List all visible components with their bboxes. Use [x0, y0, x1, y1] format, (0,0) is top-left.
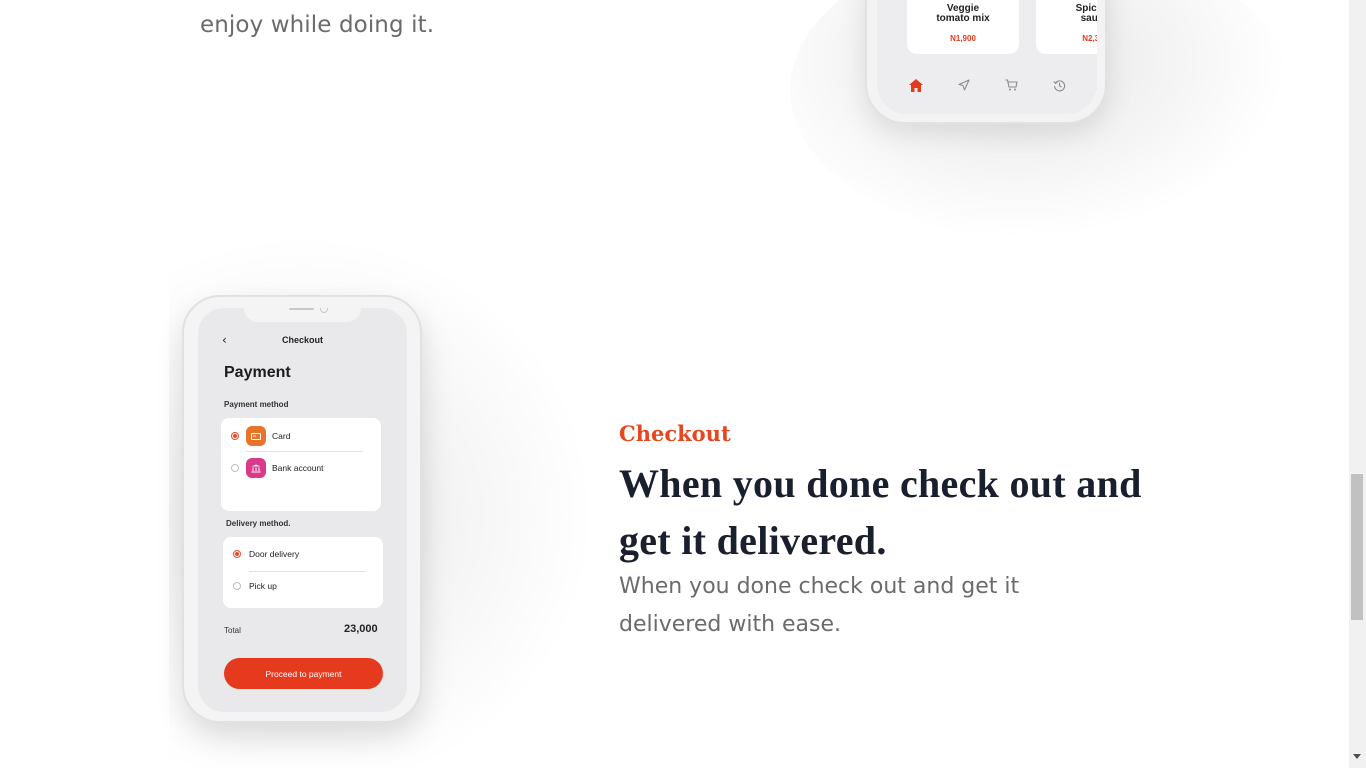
payment-option-label: Card: [272, 431, 291, 441]
divider: [246, 451, 363, 452]
delivery-method-label: Delivery method.: [226, 519, 291, 528]
payment-option-card: Card: [221, 426, 381, 446]
screen-title: Payment: [224, 364, 291, 381]
total-value: 23,000: [344, 623, 378, 635]
radio-selected-icon: [233, 550, 241, 558]
tab-bar: [877, 76, 1097, 96]
delivery-option-label: Pick up: [249, 581, 277, 591]
home-icon: [907, 76, 925, 94]
bank-icon: [246, 458, 266, 478]
top-paragraph-tail: enjoy while doing it.: [200, 12, 435, 38]
history-icon: [1050, 76, 1068, 94]
radio-unselected-icon: [231, 464, 239, 472]
total-label: Total: [224, 626, 241, 635]
food-price: N1,900: [950, 34, 976, 43]
payment-option-bank: Bank account: [221, 458, 381, 478]
food-card: Veggie tomato mix N1,900: [907, 0, 1019, 54]
delivery-option-door: Door delivery: [223, 545, 383, 565]
cart-icon: [1002, 76, 1020, 94]
vertical-scrollbar[interactable]: [1349, 0, 1366, 768]
checkout-phone-screen: ‹ Checkout Payment Payment method Card B…: [198, 308, 407, 712]
delivery-option-label: Door delivery: [249, 549, 300, 559]
proceed-to-payment-button: Proceed to payment: [224, 658, 383, 689]
payment-method-label: Payment method: [224, 400, 289, 409]
radio-selected-icon: [231, 432, 239, 440]
food-name-line2: sauc: [1080, 13, 1097, 24]
section-description: When you done check out and get it deliv…: [619, 574, 1020, 637]
scroll-down-arrow-icon[interactable]: [1353, 754, 1361, 759]
top-paragraph: enjoy while doing it.: [200, 0, 434, 44]
camera-icon: [320, 308, 328, 313]
top-phone-mockup: Veggie tomato mix N1,900 Spicy f sauc N2…: [865, 0, 1107, 124]
payment-options-card: Card Bank account: [221, 418, 381, 511]
page: enjoy while doing it. Veggie tomato mix …: [0, 0, 1349, 768]
radio-unselected-icon: [233, 582, 241, 590]
send-icon: [955, 76, 973, 94]
checkout-phone-mockup: ‹ Checkout Payment Payment method Card B…: [182, 295, 422, 723]
top-phone-screen: Veggie tomato mix N1,900 Spicy f sauc N2…: [877, 0, 1097, 114]
speaker-icon: [289, 308, 314, 310]
phone-notch: [244, 308, 361, 322]
screen-header: Checkout: [281, 335, 323, 345]
delivery-option-pickup: Pick up: [223, 577, 383, 597]
section-eyebrow: Checkout: [619, 421, 731, 446]
card-icon: [246, 426, 266, 446]
section-headline: When you done check out and get it deliv…: [619, 461, 1142, 563]
delivery-options-card: Door delivery Pick up: [223, 537, 383, 608]
food-name-line2: tomato mix: [936, 13, 990, 24]
top-paragraph-clipped-line: [200, 0, 434, 6]
food-price: N2,3(: [1082, 34, 1097, 43]
scrollbar-thumb[interactable]: [1351, 474, 1363, 620]
payment-option-label: Bank account: [272, 463, 324, 473]
food-card: Spicy f sauc N2,3(: [1036, 0, 1097, 54]
divider: [249, 571, 366, 572]
